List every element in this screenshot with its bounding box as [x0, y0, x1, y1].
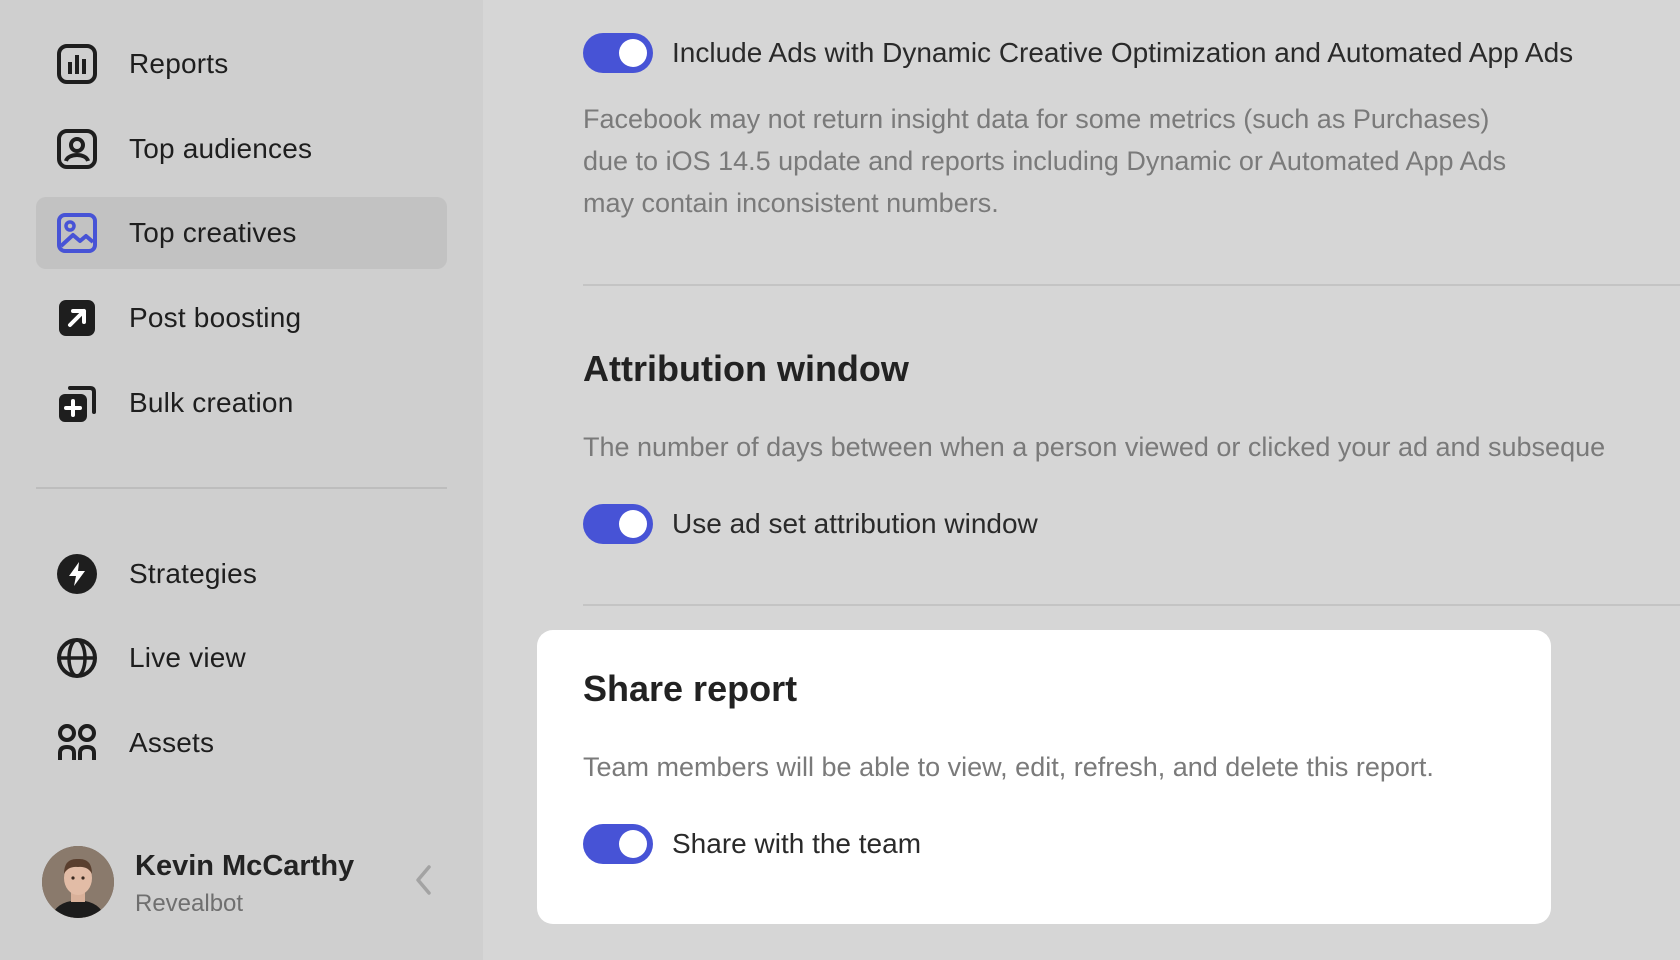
report-settings-panel: Include Ads with Dynamic Creative Optimi…: [483, 0, 1680, 960]
share-report-title: Share report: [583, 668, 798, 709]
sidebar-item-assets[interactable]: Assets: [36, 707, 447, 779]
bar-chart-icon: [56, 43, 98, 85]
sidebar-item-label: Top audiences: [129, 133, 313, 164]
sidebar-item-strategies[interactable]: Strategies: [36, 538, 447, 610]
lightning-icon: [56, 553, 98, 595]
sidebar-item-bulk-creation[interactable]: Bulk creation: [36, 367, 447, 439]
dynamic-ads-note-line-2: due to iOS 14.5 update and reports inclu…: [583, 146, 1507, 176]
arrow-up-right-icon: [56, 297, 98, 339]
section-divider: [583, 284, 1680, 286]
sidebar-item-label: Reports: [129, 48, 229, 79]
sidebar-item-label: Post boosting: [129, 302, 302, 333]
section-divider: [583, 604, 1680, 606]
sidebar-divider: [36, 487, 447, 489]
user-organization: Revealbot: [135, 890, 244, 917]
attribution-window-toggle[interactable]: [583, 504, 653, 544]
app-window: Reports Top audiences Top creatives Post…: [0, 0, 1680, 960]
share-report-card: Share report Team members will be able t…: [537, 630, 1551, 924]
copy-plus-icon: [56, 382, 98, 424]
globe-icon: [56, 637, 98, 679]
sidebar: Reports Top audiences Top creatives Post…: [0, 0, 483, 960]
collapse-sidebar-button[interactable]: [406, 862, 442, 902]
sidebar-item-top-creatives[interactable]: Top creatives: [36, 197, 447, 269]
sidebar-item-top-audiences[interactable]: Top audiences: [36, 113, 447, 185]
share-with-team-toggle[interactable]: [583, 824, 653, 864]
chevron-left-icon: [414, 864, 434, 901]
attribution-window-description: The number of days between when a person…: [583, 432, 1606, 462]
dynamic-ads-toggle-label: Include Ads with Dynamic Creative Optimi…: [672, 37, 1574, 68]
sidebar-item-post-boosting[interactable]: Post boosting: [36, 282, 447, 354]
user-name: Kevin McCarthy: [135, 850, 355, 882]
dynamic-ads-toggle[interactable]: [583, 33, 653, 73]
image-icon: [56, 212, 98, 254]
sidebar-item-label: Strategies: [129, 558, 258, 589]
user-badge-icon: [56, 128, 98, 170]
sidebar-item-label: Assets: [129, 727, 215, 758]
share-report-description: Team members will be able to view, edit,…: [583, 752, 1434, 782]
user-profile[interactable]: Kevin McCarthy Revealbot: [42, 846, 452, 918]
grid-circles-icon: [56, 722, 98, 764]
sidebar-item-reports[interactable]: Reports: [36, 28, 447, 100]
avatar: [42, 846, 114, 918]
attribution-window-title: Attribution window: [583, 348, 909, 389]
sidebar-item-label: Live view: [129, 642, 246, 673]
sidebar-item-label: Top creatives: [129, 217, 297, 248]
share-with-team-label: Share with the team: [672, 828, 922, 859]
dynamic-ads-note-line-1: Facebook may not return insight data for…: [583, 104, 1490, 134]
sidebar-item-label: Bulk creation: [129, 387, 294, 418]
attribution-window-toggle-label: Use ad set attribution window: [672, 508, 1038, 539]
dynamic-ads-note-line-3: may contain inconsistent numbers.: [583, 188, 999, 218]
sidebar-item-live-view[interactable]: Live view: [36, 622, 447, 694]
